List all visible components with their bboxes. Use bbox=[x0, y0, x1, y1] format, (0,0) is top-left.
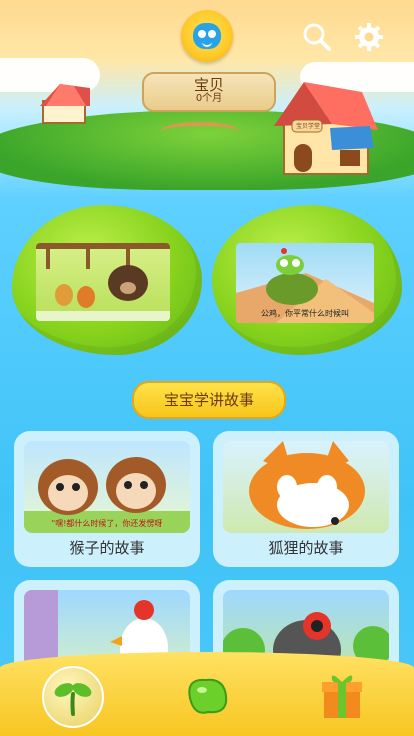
story-label: 狐狸的故事 bbox=[268, 539, 344, 557]
nav-gift-button[interactable] bbox=[320, 670, 364, 720]
sprout-icon bbox=[54, 683, 92, 716]
nav-home-button[interactable] bbox=[42, 666, 104, 728]
featured-card-1[interactable] bbox=[12, 205, 202, 355]
house-sign: 宝贝学堂 bbox=[295, 123, 320, 130]
story-thumbnail-fox bbox=[223, 441, 389, 533]
featured-card-2[interactable]: 公鸡，你平常什么时候叫 bbox=[212, 205, 402, 355]
robot-face-icon bbox=[193, 23, 221, 49]
story-caption-monkey: "嘿!都什么时候了，你还发愣呀 bbox=[51, 519, 163, 528]
settings-button[interactable] bbox=[354, 22, 384, 52]
gear-icon bbox=[355, 23, 383, 51]
featured-caption: 公鸡，你平常什么时候叫 bbox=[261, 309, 349, 318]
story-label: 猴子的故事 bbox=[69, 539, 145, 557]
avatar[interactable] bbox=[181, 10, 233, 62]
profile-name: 宝贝 bbox=[193, 76, 224, 94]
search-icon bbox=[303, 23, 331, 51]
nav-bean-button[interactable] bbox=[182, 672, 232, 718]
profile-plate[interactable]: 宝贝 0个月 bbox=[142, 72, 276, 112]
section-title[interactable]: 宝宝学讲故事 bbox=[132, 381, 286, 419]
story-thumbnail-monkey: "嘿!都什么时候了，你还发愣呀 bbox=[24, 441, 190, 533]
featured-thumbnail-1 bbox=[36, 243, 170, 321]
bean-icon bbox=[188, 678, 228, 714]
bridge bbox=[160, 122, 240, 142]
gift-icon bbox=[322, 675, 362, 718]
small-house bbox=[34, 82, 94, 124]
screen: 宝贝学堂 宝贝 0个月 公鸡，你平常什么时候叫 宝宝学讲故事 "嘿!都什么时候了… bbox=[0, 0, 414, 736]
story-card-fox[interactable]: 狐狸的故事 bbox=[213, 431, 399, 567]
story-house[interactable]: 宝贝学堂 bbox=[270, 78, 380, 178]
search-button[interactable] bbox=[302, 22, 332, 52]
profile-age: 0个月 bbox=[195, 93, 223, 104]
featured-thumbnail-2: 公鸡，你平常什么时候叫 bbox=[236, 243, 374, 323]
story-card-monkey[interactable]: "嘿!都什么时候了，你还发愣呀 猴子的故事 bbox=[14, 431, 200, 567]
